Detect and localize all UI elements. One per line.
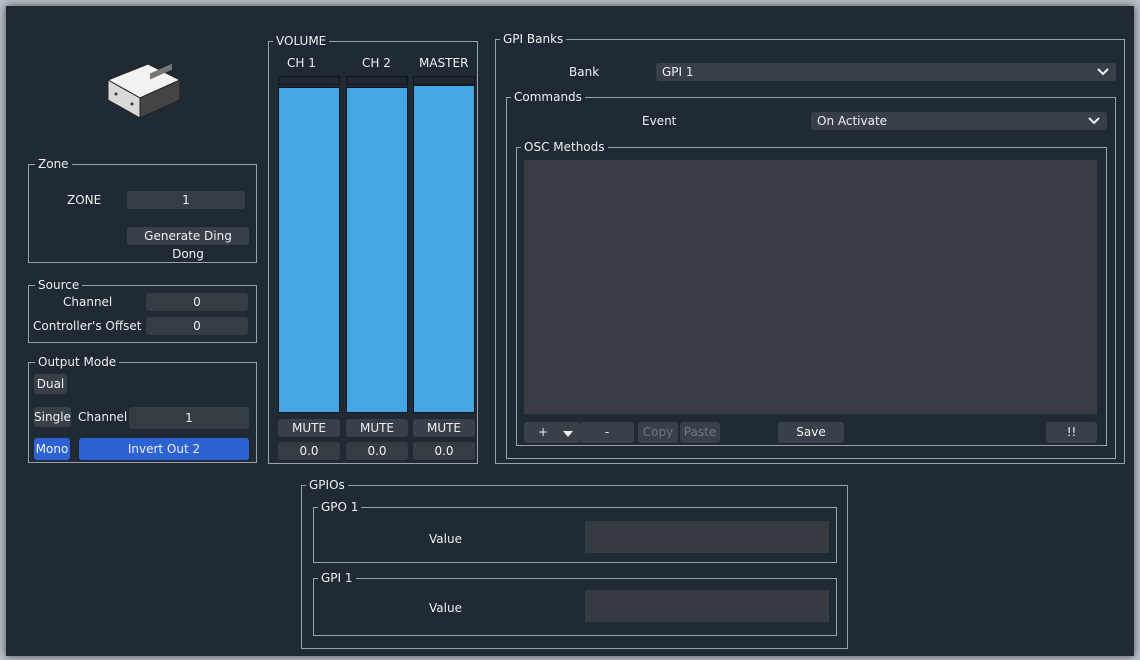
alert-button[interactable]: !! [1046, 422, 1097, 443]
single-mode-button[interactable]: Single [34, 407, 71, 427]
source-group: Source Channel 0 Controller's Offset 0 [28, 277, 257, 343]
ch2-mute-button[interactable]: MUTE [346, 419, 408, 437]
remove-method-button[interactable]: - [580, 422, 634, 443]
gpios-group: GPIOs GPO 1 Value GPI 1 Value [301, 477, 848, 649]
gpi-value-label: Value [429, 601, 462, 615]
ch1-meter-cap [278, 76, 340, 85]
master-mute-button[interactable]: MUTE [413, 419, 475, 437]
commands-title: Commands [511, 89, 585, 105]
bank-value: GPI 1 [662, 65, 694, 79]
device-box-icon [106, 63, 182, 119]
gpi-1-group: GPI 1 Value [313, 570, 837, 636]
ch2-meter-cap [346, 76, 408, 85]
add-method-button[interactable]: + [524, 422, 580, 443]
chevron-down-icon [1097, 68, 1109, 76]
zone-label: ZONE [67, 193, 102, 207]
zone-input[interactable]: 1 [127, 191, 245, 209]
master-meter-cap [413, 76, 475, 85]
ch2-volume-meter[interactable] [346, 87, 408, 413]
generate-ding-dong-button[interactable]: Generate Ding Dong [127, 227, 249, 261]
add-label: + [538, 425, 549, 439]
osc-methods-title: OSC Methods [521, 139, 608, 155]
source-channel-label: Channel [63, 295, 113, 309]
mono-mode-button[interactable]: Mono [34, 438, 70, 460]
bank-dropdown[interactable]: GPI 1 [656, 63, 1116, 81]
commands-group: Commands Event On Activate OSC Methods +… [506, 89, 1116, 459]
ch2-label: CH 2 [362, 56, 391, 70]
master-label: MASTER [419, 56, 469, 70]
controller-offset-input[interactable]: 0 [146, 317, 248, 335]
zone-group: Zone ZONE 1 Generate Ding Dong [28, 156, 257, 263]
controller-offset-label: Controller's Offset [33, 319, 142, 333]
caret-down-icon [563, 431, 573, 437]
gpo-value-field[interactable] [585, 521, 829, 553]
output-channel-label: Channel [78, 410, 128, 424]
ch1-mute-button[interactable]: MUTE [278, 419, 340, 437]
chevron-down-icon [1088, 117, 1100, 125]
dual-mode-button[interactable]: Dual [34, 374, 67, 394]
master-volume-value[interactable]: 0.0 [413, 442, 475, 460]
paste-button[interactable]: Paste [680, 422, 720, 443]
main-panel: Zone ZONE 1 Generate Ding Dong Source Ch… [6, 6, 1134, 656]
event-value: On Activate [817, 114, 888, 128]
osc-methods-group: OSC Methods + - Copy Paste Save !! [516, 139, 1107, 446]
save-button[interactable]: Save [778, 422, 844, 443]
gpo-1-title: GPO 1 [318, 499, 362, 515]
bank-label: Bank [569, 65, 600, 79]
source-group-title: Source [35, 277, 83, 293]
output-mode-group-title: Output Mode [35, 354, 120, 370]
osc-methods-list[interactable] [524, 160, 1097, 414]
ch2-volume-value[interactable]: 0.0 [346, 442, 408, 460]
output-channel-input[interactable]: 1 [129, 407, 249, 429]
master-volume-meter[interactable] [413, 85, 475, 413]
gpo-value-label: Value [429, 532, 462, 546]
gpi-value-field[interactable] [585, 590, 829, 622]
source-channel-input[interactable]: 0 [146, 293, 248, 311]
ch1-volume-value[interactable]: 0.0 [278, 442, 340, 460]
gpi-1-title: GPI 1 [318, 570, 356, 586]
invert-out-2-button[interactable]: Invert Out 2 [79, 438, 249, 460]
ch1-label: CH 1 [287, 56, 316, 70]
ch1-volume-meter[interactable] [278, 87, 340, 413]
output-mode-group: Output Mode Dual Single Channel 1 Mono I… [28, 354, 257, 463]
event-label: Event [642, 114, 677, 128]
gpi-banks-title: GPI Banks [500, 31, 567, 47]
gpios-title: GPIOs [306, 477, 348, 493]
gpo-1-group: GPO 1 Value [313, 499, 837, 563]
gpi-banks-group: GPI Banks Bank GPI 1 Commands Event On A… [495, 31, 1125, 464]
volume-group: VOLUME CH 1 CH 2 MASTER MUTE MUTE MUTE 0… [268, 33, 478, 464]
copy-button[interactable]: Copy [638, 422, 678, 443]
zone-group-title: Zone [35, 156, 72, 172]
volume-group-title: VOLUME [273, 33, 330, 49]
event-dropdown[interactable]: On Activate [811, 112, 1107, 130]
